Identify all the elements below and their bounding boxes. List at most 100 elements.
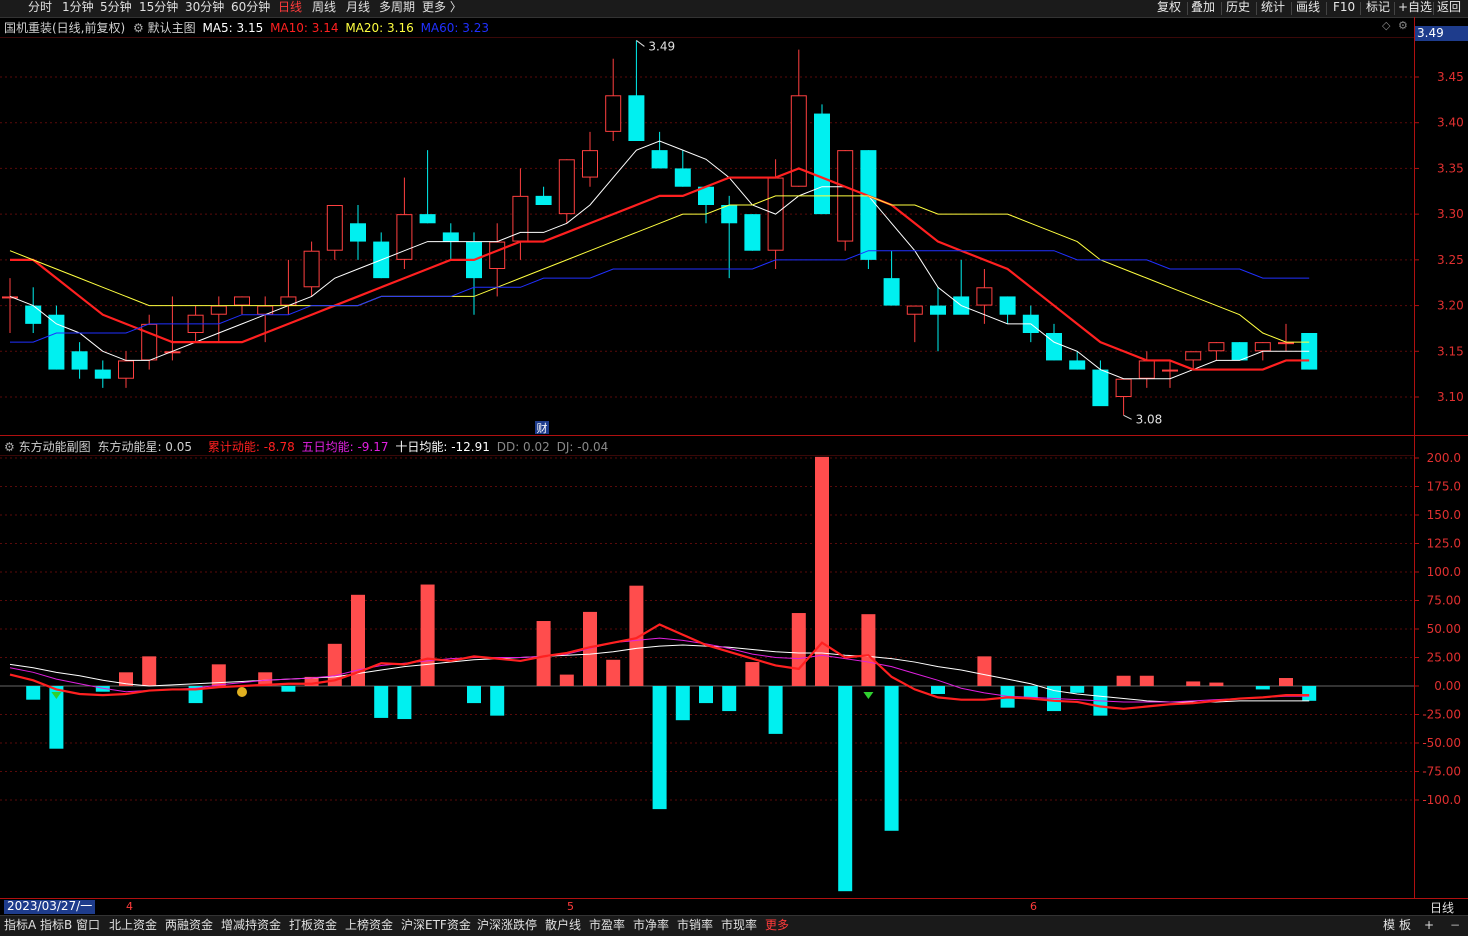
price-tick-label: 3.45	[1437, 70, 1464, 84]
momentum-tick-label: 150.0	[1427, 508, 1461, 522]
momentum-bar	[977, 656, 992, 686]
momentum-bar	[467, 686, 481, 704]
momentum-bar	[675, 686, 690, 721]
tab-etf-funds[interactable]: 沪深ETF资金	[401, 917, 471, 935]
candle-body	[350, 223, 366, 242]
momentum-tick-label: 50.00	[1427, 622, 1461, 636]
candle-body	[164, 351, 181, 354]
momentum-bar	[931, 686, 945, 694]
momentum-bars	[26, 456, 1317, 892]
momentum-bar	[142, 656, 157, 686]
momentum-bar	[26, 686, 41, 700]
momentum-bar	[1209, 682, 1224, 686]
momentum-bar	[281, 686, 296, 692]
minus-icon[interactable]: −	[1450, 917, 1460, 935]
candle-body	[118, 360, 134, 379]
sub-y-axis: 200.0 175.0 150.0 125.0 100.0 75.00 50.00 25.00…	[1414, 451, 1461, 807]
candle-body	[71, 351, 88, 370]
ma-lines	[9, 140, 1310, 380]
tab-window[interactable]: 窗口	[76, 917, 100, 935]
tab-pe[interactable]: 市盈率	[589, 917, 625, 935]
momentum-bar	[884, 686, 899, 831]
candle-body	[814, 113, 830, 215]
add-window-button[interactable]: +	[1424, 917, 1434, 935]
price-tick-label: 3.20	[1437, 299, 1464, 313]
tab-margin[interactable]: 两融资金	[165, 917, 213, 935]
main-y-axis: 3.45 3.40 3.35 3.30 3.25 3.20 3.15 3.10	[1414, 70, 1464, 404]
template-button[interactable]: 模	[1383, 917, 1395, 935]
candle-body	[744, 214, 761, 251]
candle-body	[141, 323, 158, 361]
tab-pcf[interactable]: 市现率	[721, 917, 757, 935]
candle-body	[674, 168, 691, 187]
tab-more-indicators[interactable]: 更多	[765, 917, 789, 935]
candle-body	[628, 95, 645, 141]
momentum-bar	[420, 584, 435, 686]
momentum-bar	[1279, 678, 1293, 686]
month-tick-6: 6	[1030, 900, 1037, 913]
candle-body	[1278, 342, 1294, 345]
candle-body	[303, 250, 320, 288]
board-button[interactable]: 板	[1399, 917, 1411, 935]
candle-body	[976, 287, 993, 306]
price-tick-label: 3.25	[1437, 253, 1464, 267]
candle-body	[326, 205, 343, 251]
candle-body	[1208, 342, 1225, 352]
price-tick-label: 3.30	[1437, 207, 1464, 221]
tab-indicator-b[interactable]: 指标B	[40, 917, 72, 935]
momentum-bar	[1186, 681, 1201, 686]
tab-ps[interactable]: 市销率	[677, 917, 713, 935]
candle-body	[442, 232, 459, 242]
candle-body	[999, 296, 1016, 315]
candle-body	[94, 369, 111, 379]
month-tick-4: 4	[126, 900, 133, 913]
momentum-bar	[791, 613, 806, 686]
tab-limit-up-funds[interactable]: 打板资金	[289, 917, 337, 935]
momentum-bar	[374, 686, 389, 718]
candle-body	[860, 150, 877, 260]
price-tick-label: 3.40	[1437, 116, 1464, 130]
momentum-tick-label: -50.00	[1422, 736, 1461, 750]
last-price-tag: 3.49	[1415, 26, 1468, 41]
tab-pb[interactable]: 市净率	[633, 917, 669, 935]
candle-body	[883, 278, 900, 306]
momentum-bar	[768, 686, 783, 734]
tab-indicator-a[interactable]: 指标A	[4, 917, 36, 935]
price-tick-label: 3.10	[1437, 390, 1464, 404]
momentum-bar	[838, 686, 853, 892]
candle-body	[1092, 369, 1109, 407]
tab-holding-change[interactable]: 增减持资金	[221, 917, 281, 935]
momentum-bar	[397, 686, 412, 720]
low-price-annotation: 3.08	[1136, 412, 1163, 426]
start-date-label: 2023/03/27/一	[4, 900, 96, 914]
momentum-tick-label: 100.0	[1427, 565, 1461, 579]
candlestick-series	[2, 40, 1318, 416]
momentum-tick-label: 175.0	[1427, 480, 1461, 494]
momentum-tick-label: 200.0	[1427, 451, 1461, 465]
momentum-tick-label: -25.00	[1422, 708, 1461, 722]
candle-body	[48, 314, 65, 370]
candle-body	[582, 150, 598, 178]
candle-body	[25, 305, 42, 324]
momentum-bar	[699, 686, 713, 704]
high-price-annotation: 3.49	[648, 39, 675, 53]
tab-northbound[interactable]: 北上资金	[109, 917, 157, 935]
tab-retail-line[interactable]: 散户线	[545, 917, 581, 935]
momentum-bar	[606, 659, 621, 686]
momentum-tick-label: 25.00	[1427, 651, 1461, 665]
tab-limit-stats[interactable]: 沪深涨跌停	[477, 917, 537, 935]
momentum-bar	[1139, 675, 1154, 686]
month-tick-5: 5	[567, 900, 574, 913]
candle-body	[1254, 342, 1271, 352]
chart-canvas[interactable]: 3.45 3.40 3.35 3.30 3.25 3.20 3.15 3.10 200.0 17…	[0, 0, 1468, 935]
candle-body	[419, 214, 436, 224]
low-marker-arrow	[1123, 414, 1132, 420]
candle-body	[2, 296, 18, 299]
candle-body	[1069, 360, 1086, 370]
candle-body	[558, 159, 575, 215]
period-label[interactable]: 日线	[1418, 899, 1466, 916]
momentum-tick-label: 0.00	[1434, 679, 1461, 693]
momentum-bar	[559, 674, 574, 686]
candle-body	[1185, 351, 1202, 361]
tab-billboard-funds[interactable]: 上榜资金	[345, 917, 393, 935]
